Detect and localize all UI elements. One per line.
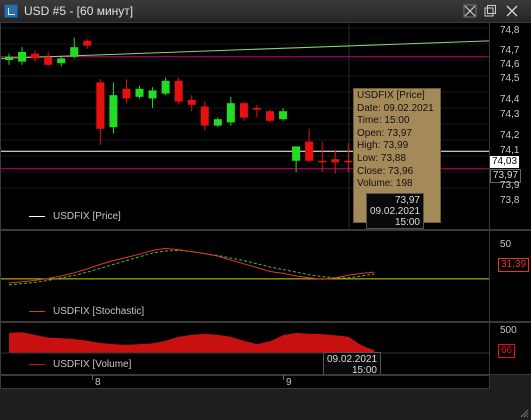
candle-body	[187, 100, 196, 105]
resize-grip-icon[interactable]	[519, 408, 529, 418]
stochastic-value-tag: 31,39	[498, 258, 530, 272]
tooltip-close: Close: 73,96	[357, 165, 414, 177]
candle-body	[200, 106, 209, 126]
price-axis-label: 74,5	[500, 73, 520, 84]
legend-swatch	[29, 310, 45, 312]
candle-body	[135, 88, 144, 97]
price-axis[interactable]: 74,8 74,7 74,6 74,5 74,4 74,3 74,2 74,1 …	[490, 22, 531, 230]
price-axis-label: 74,1	[500, 145, 520, 156]
candle-body	[292, 146, 301, 161]
tooltip-title: USDFIX [Price]	[357, 90, 425, 101]
candle-body	[57, 58, 66, 64]
candle-body	[213, 119, 222, 126]
candle-body	[148, 90, 157, 99]
stochastic-legend: USDFIX [Stochastic]	[29, 306, 144, 317]
tooltip-low: Low: 73,88	[357, 152, 406, 164]
candle-body	[174, 80, 183, 102]
candle-body	[305, 141, 314, 161]
candle-body	[318, 160, 327, 163]
price-legend: USDFIX [Price]	[29, 211, 121, 222]
tooltip-time: Time: 15:00	[357, 115, 410, 127]
volume-axis-label: 500	[500, 325, 517, 336]
tooltip-open: Open: 73,97	[357, 127, 413, 139]
candle-body	[252, 108, 261, 110]
candle-body	[44, 56, 53, 65]
window-titlebar[interactable]: USD #5 - [60 минут]	[0, 0, 531, 23]
chart-app-icon	[4, 4, 18, 18]
stochastic-axis[interactable]: 50 31,39	[490, 230, 531, 322]
price-axis-label: 74,2	[500, 130, 520, 141]
volume-area	[9, 332, 375, 353]
candle-body	[161, 80, 170, 94]
candle-body	[83, 40, 92, 46]
tooltip-volume: Volume: 198	[357, 178, 413, 190]
date-axis[interactable]: 8 9	[0, 375, 490, 389]
candle-body	[279, 111, 288, 120]
window-footer	[0, 389, 531, 420]
candle-body	[31, 53, 40, 59]
volume-legend: USDFIX [Volume]	[29, 359, 131, 370]
candle-body	[70, 47, 79, 57]
price-axis-label: 74,4	[500, 94, 520, 105]
price-axis-label: 73,9	[500, 180, 520, 191]
crosshair-icon[interactable]	[463, 4, 477, 18]
stochastic-panel[interactable]: USDFIX [Stochastic]	[0, 230, 490, 322]
date-tick: 8	[92, 375, 101, 388]
restore-icon[interactable]	[483, 4, 497, 18]
candle-body	[18, 52, 27, 62]
volume-panel[interactable]: USDFIX [Volume] 09.02.2021 15:00	[0, 322, 490, 375]
legend-swatch	[29, 363, 45, 365]
stochastic-signal-line	[8, 249, 375, 286]
legend-swatch	[29, 215, 45, 217]
cursor-price: 73,97	[394, 195, 420, 206]
cursor-date: 09.02.2021	[327, 354, 378, 365]
tooltip-high: High: 73,99	[357, 140, 409, 152]
price-axis-label: 73,8	[500, 195, 520, 206]
date-axis-corner	[490, 375, 531, 389]
price-axis-label: 74,7	[500, 45, 520, 56]
tooltip-date: Date: 09.02.2021	[357, 102, 434, 114]
date-tick: 9	[283, 375, 292, 388]
candle-body	[266, 111, 274, 121]
price-axis-label: 74,8	[500, 25, 520, 36]
candle-body	[226, 103, 235, 123]
price-axis-label: 74,3	[500, 109, 520, 120]
candle-body	[239, 103, 248, 118]
cursor-readout-price: 73,97 09.02.2021 15:00	[366, 193, 424, 229]
volume-legend-label: USDFIX [Volume]	[53, 359, 132, 370]
volume-axis[interactable]: 500 66	[490, 322, 531, 375]
close-icon[interactable]	[505, 4, 519, 18]
current-price-tag: 74,03	[490, 156, 520, 168]
price-chart-panel[interactable]: USDFIX [Price] USDFIX [Price] Date: 09.0…	[0, 22, 490, 230]
price-axis-label: 74,6	[500, 59, 520, 70]
cursor-date: 09.02.2021	[370, 206, 421, 217]
candle-body	[122, 88, 131, 99]
stochastic-axis-label: 50	[500, 239, 512, 250]
stochastic-legend-label: USDFIX [Stochastic]	[53, 306, 145, 317]
cursor-time: 15:00	[351, 365, 377, 375]
cursor-time: 15:00	[394, 217, 420, 228]
price-legend-label: USDFIX [Price]	[53, 211, 121, 222]
candle-body	[96, 82, 105, 129]
volume-value-tag: 66	[498, 344, 516, 358]
candle-body	[344, 160, 353, 163]
cursor-readout-volume: 09.02.2021 15:00	[323, 352, 381, 375]
window-title: USD #5 - [60 минут]	[24, 4, 134, 18]
candle-body	[5, 56, 13, 60]
candle-body	[331, 159, 340, 163]
candle-body	[109, 95, 118, 128]
